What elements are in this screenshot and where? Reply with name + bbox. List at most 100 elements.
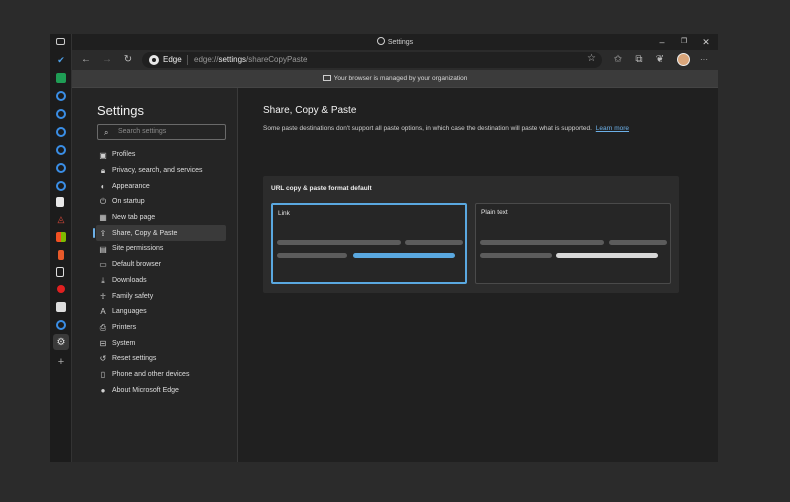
organization-icon [322, 75, 331, 81]
card-title: URL copy & paste format default [271, 185, 372, 192]
search-input[interactable]: ⌕ Search settings [97, 124, 226, 140]
edge-app-icon-2[interactable] [56, 109, 66, 119]
preview-bar [405, 240, 463, 245]
preview-text-bar [556, 253, 658, 258]
tab-actions-icon[interactable] [56, 38, 65, 45]
close-button[interactable]: ✕ [700, 36, 712, 48]
managed-notice-bar: Your browser is managed by your organiza… [72, 70, 718, 88]
sidebar-item-languages[interactable]: A Languages [96, 304, 226, 320]
profiles-icon: ▣ [99, 150, 107, 160]
link-option[interactable]: Link [271, 203, 467, 284]
sidebar-item-label: Profiles [112, 151, 136, 159]
more-menu-button[interactable]: ··· [698, 54, 710, 66]
settings-gear-icon [376, 37, 385, 45]
todo-app-icon[interactable]: ✔ [56, 55, 66, 65]
sidebar-item-downloads[interactable]: ⤓ Downloads [96, 273, 226, 289]
edge-logo-icon [149, 55, 159, 65]
learn-more-link[interactable]: Learn more [596, 125, 629, 132]
collections-button[interactable]: ⧉ [633, 54, 645, 66]
reading-button[interactable]: ❦ [654, 54, 666, 66]
notes-app-icon[interactable] [56, 197, 64, 207]
sidebar-item-phone-and-other-devices[interactable]: ▯ Phone and other devices [96, 367, 226, 383]
document-app-icon[interactable] [56, 267, 64, 277]
site-permissions-icon: ▤ [99, 244, 107, 254]
settings-app-icon[interactable]: ⚙ [53, 334, 69, 350]
sidebar-item-label: About Microsoft Edge [112, 386, 179, 394]
sidebar-item-site-permissions[interactable]: ▤ Site permissions [96, 241, 226, 257]
search-icon: ⌕ [104, 128, 109, 137]
sidebar-item-label: Default browser [112, 261, 162, 269]
sidebar-item-label: Printers [112, 323, 137, 331]
edge-app-icon-6[interactable] [56, 181, 66, 191]
app-a-icon[interactable]: ◬ [56, 214, 66, 224]
address-separator [187, 55, 188, 65]
sidebar-item-label: On startup [112, 198, 145, 206]
forward-button[interactable]: → [101, 54, 113, 66]
address-brand-label: Edge [163, 55, 182, 64]
family-icon: ☥ [100, 291, 106, 301]
edge-app-icon-1[interactable] [56, 91, 66, 101]
figma-app-icon[interactable] [58, 250, 64, 260]
address-bar[interactable]: Edge edge://settings/shareCopyPaste ☆ [142, 52, 602, 68]
sidebar-item-label: Site permissions [112, 245, 164, 253]
minimize-button[interactable]: – [656, 36, 668, 48]
sheets-app-icon[interactable] [56, 73, 66, 83]
sidebar-item-family-safety[interactable]: ☥ Family safety [96, 288, 226, 304]
sidebar-item-label: Family safety [112, 292, 154, 300]
page-title: Share, Copy & Paste [263, 105, 357, 116]
managed-notice-text[interactable]: Your browser is managed by your organiza… [334, 75, 468, 82]
profile-avatar[interactable] [677, 53, 690, 66]
add-app-icon[interactable]: + [56, 356, 66, 368]
sidebar-item-label: System [112, 339, 136, 347]
sidebar-item-new-tab-page[interactable]: ▦ New tab page [96, 210, 226, 226]
preview-bar [277, 240, 401, 245]
sidebar-item-default-browser[interactable]: ▭ Default browser [96, 257, 226, 273]
favorite-star-icon[interactable]: ☆ [587, 53, 596, 64]
description-text: Some paste destinations don't support al… [263, 125, 592, 132]
sidebar-item-label: Languages [112, 308, 147, 316]
address-url[interactable]: edge://settings/shareCopyPaste [194, 55, 307, 64]
default-browser-icon: ▭ [99, 260, 107, 270]
app-rail: ✔ ◬ ⚙ + [50, 34, 72, 462]
sidebar-item-label: Reset settings [112, 355, 157, 363]
microsoft-app-icon[interactable] [56, 232, 66, 242]
main-content: Share, Copy & Paste Some paste destinati… [239, 88, 718, 462]
preview-bar [480, 240, 604, 245]
edge-app-icon-4[interactable] [56, 145, 66, 155]
edge-app-icon-5[interactable] [56, 163, 66, 173]
favorites-button[interactable]: ✩ [612, 54, 624, 66]
sidebar-item-share-copy-paste[interactable]: ⇪ Share, Copy & Paste [93, 225, 226, 242]
qr-app-icon[interactable] [56, 302, 66, 312]
sidebar-item-label: Privacy, search, and services [112, 167, 203, 175]
back-button[interactable]: ← [80, 54, 92, 66]
refresh-button[interactable]: ↻ [122, 54, 134, 66]
download-icon: ⤓ [101, 275, 105, 285]
sidebar-item-appearance[interactable]: ◐ Appearance [96, 178, 226, 194]
sidebar-item-profiles[interactable]: ▣ Profiles [96, 147, 226, 163]
sidebar-item-privacy-search-and-services[interactable]: 🔒︎ Privacy, search, and services [96, 163, 226, 179]
sidebar-item-label: Phone and other devices [112, 370, 190, 378]
sidebar-item-printers[interactable]: ⎙ Printers [96, 320, 226, 336]
link-option-label: Link [278, 210, 290, 217]
sidebar-item-label: Share, Copy & Paste [112, 229, 178, 237]
sidebar-item-on-startup[interactable]: ⏻ On startup [96, 194, 226, 210]
appearance-icon: ◐ [100, 181, 106, 191]
preview-bar [277, 253, 347, 258]
sidebar-item-about-microsoft-edge[interactable]: ● About Microsoft Edge [96, 382, 226, 398]
page-description: Some paste destinations don't support al… [263, 125, 629, 132]
edge-app-icon-7[interactable] [56, 320, 66, 330]
window-title: Settings [72, 37, 718, 46]
sidebar-item-label: Appearance [112, 182, 150, 190]
plain-text-option[interactable]: Plain text [475, 203, 671, 284]
browser-window: ✔ ◬ ⚙ + Settings – ❐ ✕ ← → ↻ Edge edge:/… [50, 34, 718, 462]
preview-bar [609, 240, 667, 245]
sidebar-item-system[interactable]: ⊟ System [96, 335, 226, 351]
restore-button[interactable]: ❐ [678, 36, 690, 48]
printer-icon: ⎙ [99, 322, 107, 332]
edge-app-icon-3[interactable] [56, 127, 66, 137]
reset-icon: ↺ [99, 354, 107, 364]
phone-icon: ▯ [100, 370, 106, 380]
sidebar-item-reset-settings[interactable]: ↺ Reset settings [96, 351, 226, 367]
youtube-app-icon[interactable] [57, 285, 65, 293]
plain-text-option-label: Plain text [481, 209, 508, 216]
